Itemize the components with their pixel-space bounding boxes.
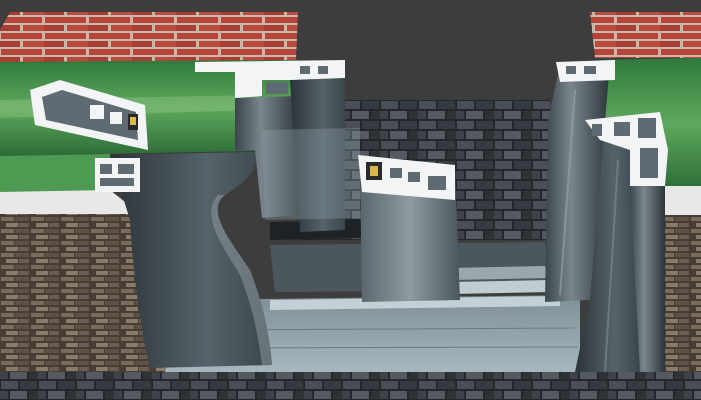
left-lower-profile-section <box>95 158 140 192</box>
floor-tiles <box>0 372 701 400</box>
center-glass <box>262 128 360 220</box>
right-brick-wall <box>590 12 701 58</box>
window-door-profile-render <box>0 0 701 400</box>
render-canvas <box>0 0 701 400</box>
threshold-rail-light-1 <box>450 266 548 280</box>
threshold-rail-light-2 <box>450 280 552 294</box>
left-brick-wall <box>0 12 298 62</box>
right-top-profile-section <box>556 60 615 82</box>
